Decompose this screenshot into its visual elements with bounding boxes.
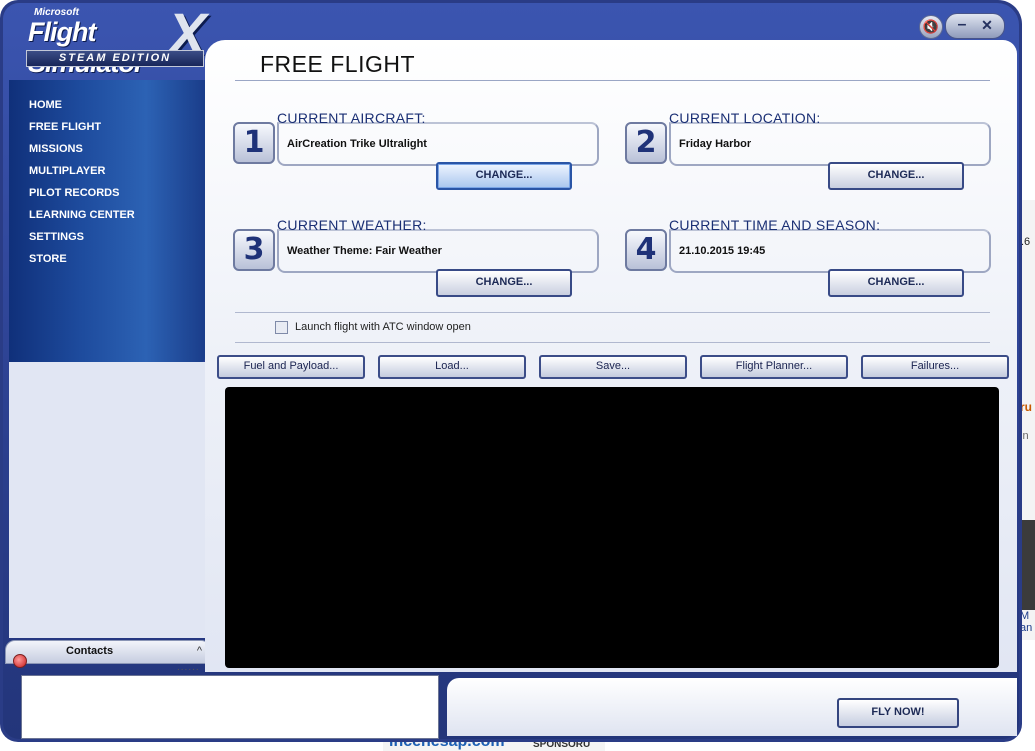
location-value: Friday Harbor (679, 138, 752, 150)
panel-number: 4 (625, 229, 667, 271)
panel-number: 2 (625, 122, 667, 164)
sidebar-list: HOME FREE FLIGHT MISSIONS MULTIPLAYER PI… (29, 99, 135, 275)
panel-label: CURRENT LOCATION: (669, 110, 821, 126)
change-weather-button[interactable]: CHANGE... (436, 269, 572, 297)
bottom-bar: FLY NOW! (447, 678, 1017, 736)
fsx-window: Microsoft Flight Simulator X STEAM EDITI… (0, 0, 1022, 742)
window-button-group: – ✕ (945, 13, 1005, 39)
contacts-tab[interactable]: Contacts ^ (5, 640, 211, 664)
sidebar-item-settings[interactable]: SETTINGS (29, 231, 135, 253)
window-controls: 🔇 – ✕ (914, 12, 1006, 42)
sidebar-item-multiplayer[interactable]: MULTIPLAYER (29, 165, 135, 187)
minimize-icon[interactable]: – (951, 16, 973, 34)
panel-label: CURRENT TIME AND SEASON: (669, 217, 881, 233)
sidebar-item-free-flight[interactable]: FREE FLIGHT (29, 121, 135, 143)
load-button[interactable]: Load... (378, 355, 526, 379)
change-location-button[interactable]: CHANGE... (828, 162, 964, 190)
status-offline-icon (13, 654, 27, 668)
atc-checkbox[interactable] (275, 321, 288, 334)
chat-input-box[interactable] (21, 675, 439, 739)
sidebar-item-learning-center[interactable]: LEARNING CENTER (29, 209, 135, 231)
background-text: .6 (1021, 236, 1031, 248)
sidebar-item-store[interactable]: STORE (29, 253, 135, 275)
sidebar-item-missions[interactable]: MISSIONS (29, 143, 135, 165)
sidebar-nav: HOME FREE FLIGHT MISSIONS MULTIPLAYER PI… (9, 80, 205, 362)
close-icon[interactable]: ✕ (976, 16, 998, 34)
sidebar-item-home[interactable]: HOME (29, 99, 135, 121)
weather-panel: 3 CURRENT WEATHER: Weather Theme: Fair W… (233, 217, 599, 327)
title-divider (235, 80, 990, 81)
logo-edition: STEAM EDITION (26, 50, 204, 67)
change-time-button[interactable]: CHANGE... (828, 269, 964, 297)
sidebar-lower-panel (9, 362, 205, 638)
contacts-label: Contacts (66, 645, 114, 657)
panel-label: CURRENT AIRCRAFT: (277, 110, 426, 126)
flight-planner-button[interactable]: Flight Planner... (700, 355, 848, 379)
fuel-payload-button[interactable]: Fuel and Payload... (217, 355, 365, 379)
page-title: FREE FLIGHT (260, 51, 416, 77)
time-season-panel: 4 CURRENT TIME AND SEASON: 21.10.2015 19… (625, 217, 991, 327)
chevron-up-icon[interactable]: ^ (197, 645, 202, 657)
save-button[interactable]: Save... (539, 355, 687, 379)
speaker-mute-icon[interactable]: 🔇 (919, 15, 943, 39)
background-thumbnail (1020, 520, 1035, 610)
aircraft-preview (225, 387, 999, 668)
change-aircraft-button[interactable]: CHANGE... (436, 162, 572, 190)
fsx-logo: Microsoft Flight Simulator X STEAM EDITI… (18, 2, 213, 78)
aircraft-panel: 1 CURRENT AIRCRAFT: AirCreation Trike Ul… (233, 110, 599, 220)
failures-button[interactable]: Failures... (861, 355, 1009, 379)
fly-now-button[interactable]: FLY NOW! (837, 698, 959, 728)
contacts-bar[interactable]: Contacts ^ ...... (5, 640, 211, 673)
location-panel: 2 CURRENT LOCATION: Friday Harbor CHANGE… (625, 110, 991, 220)
panel-number: 3 (233, 229, 275, 271)
atc-label: Launch flight with ATC window open (295, 321, 471, 333)
panel-label: CURRENT WEATHER: (277, 217, 427, 233)
sidebar-item-pilot-records[interactable]: PILOT RECORDS (29, 187, 135, 209)
section-divider (235, 312, 990, 313)
section-divider (235, 342, 990, 343)
main-content: FREE FLIGHT 1 CURRENT AIRCRAFT: AirCreat… (205, 40, 1017, 672)
panel-number: 1 (233, 122, 275, 164)
weather-value: Weather Theme: Fair Weather (287, 245, 442, 257)
resize-grip[interactable]: ...... (177, 662, 200, 673)
aircraft-value: AirCreation Trike Ultralight (287, 138, 427, 150)
time-season-value: 21.10.2015 19:45 (679, 245, 766, 257)
